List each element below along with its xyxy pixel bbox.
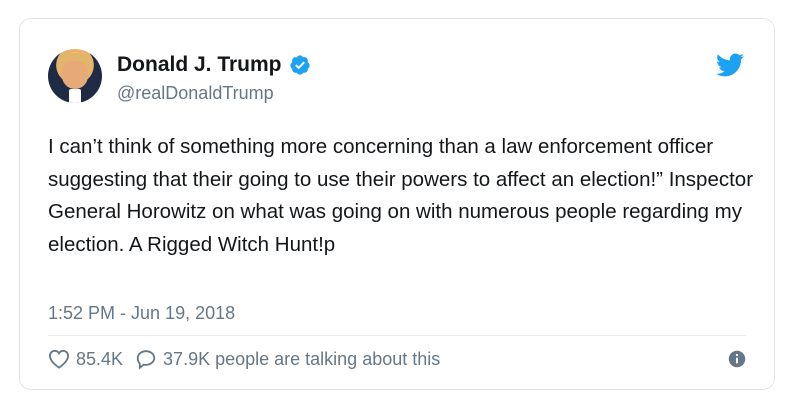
tweet-text: I can’t think of something more concerni… bbox=[48, 135, 754, 256]
like-count: 85.4K bbox=[76, 348, 124, 369]
author-name[interactable]: Donald J. Trump bbox=[117, 53, 282, 77]
author-handle[interactable]: @realDonaldTrump bbox=[117, 83, 274, 104]
speech-bubble-icon bbox=[136, 350, 156, 370]
info-icon[interactable] bbox=[728, 350, 746, 368]
tweet-card[interactable]: Donald J. Trump @realDonaldTrump I can’t… bbox=[19, 18, 775, 390]
author-name-row[interactable]: Donald J. Trump bbox=[117, 53, 311, 77]
like-action[interactable]: 85.4K bbox=[48, 349, 123, 370]
avatar[interactable] bbox=[48, 49, 102, 103]
tweet-actions: 85.4K 37.9K people are talking about thi… bbox=[48, 345, 746, 373]
avatar-face bbox=[62, 61, 88, 89]
conversation-action[interactable]: 37.9K people are talking about this bbox=[135, 348, 440, 370]
heart-icon bbox=[48, 349, 70, 369]
twitter-bird-icon[interactable] bbox=[716, 53, 744, 77]
verified-badge-icon bbox=[289, 55, 310, 75]
divider bbox=[48, 335, 746, 336]
tweet-timestamp[interactable]: 1:52 PM - Jun 19, 2018 bbox=[48, 303, 235, 324]
talking-about-text: 37.9K people are talking about this bbox=[163, 348, 441, 369]
avatar-shirt bbox=[69, 89, 81, 103]
